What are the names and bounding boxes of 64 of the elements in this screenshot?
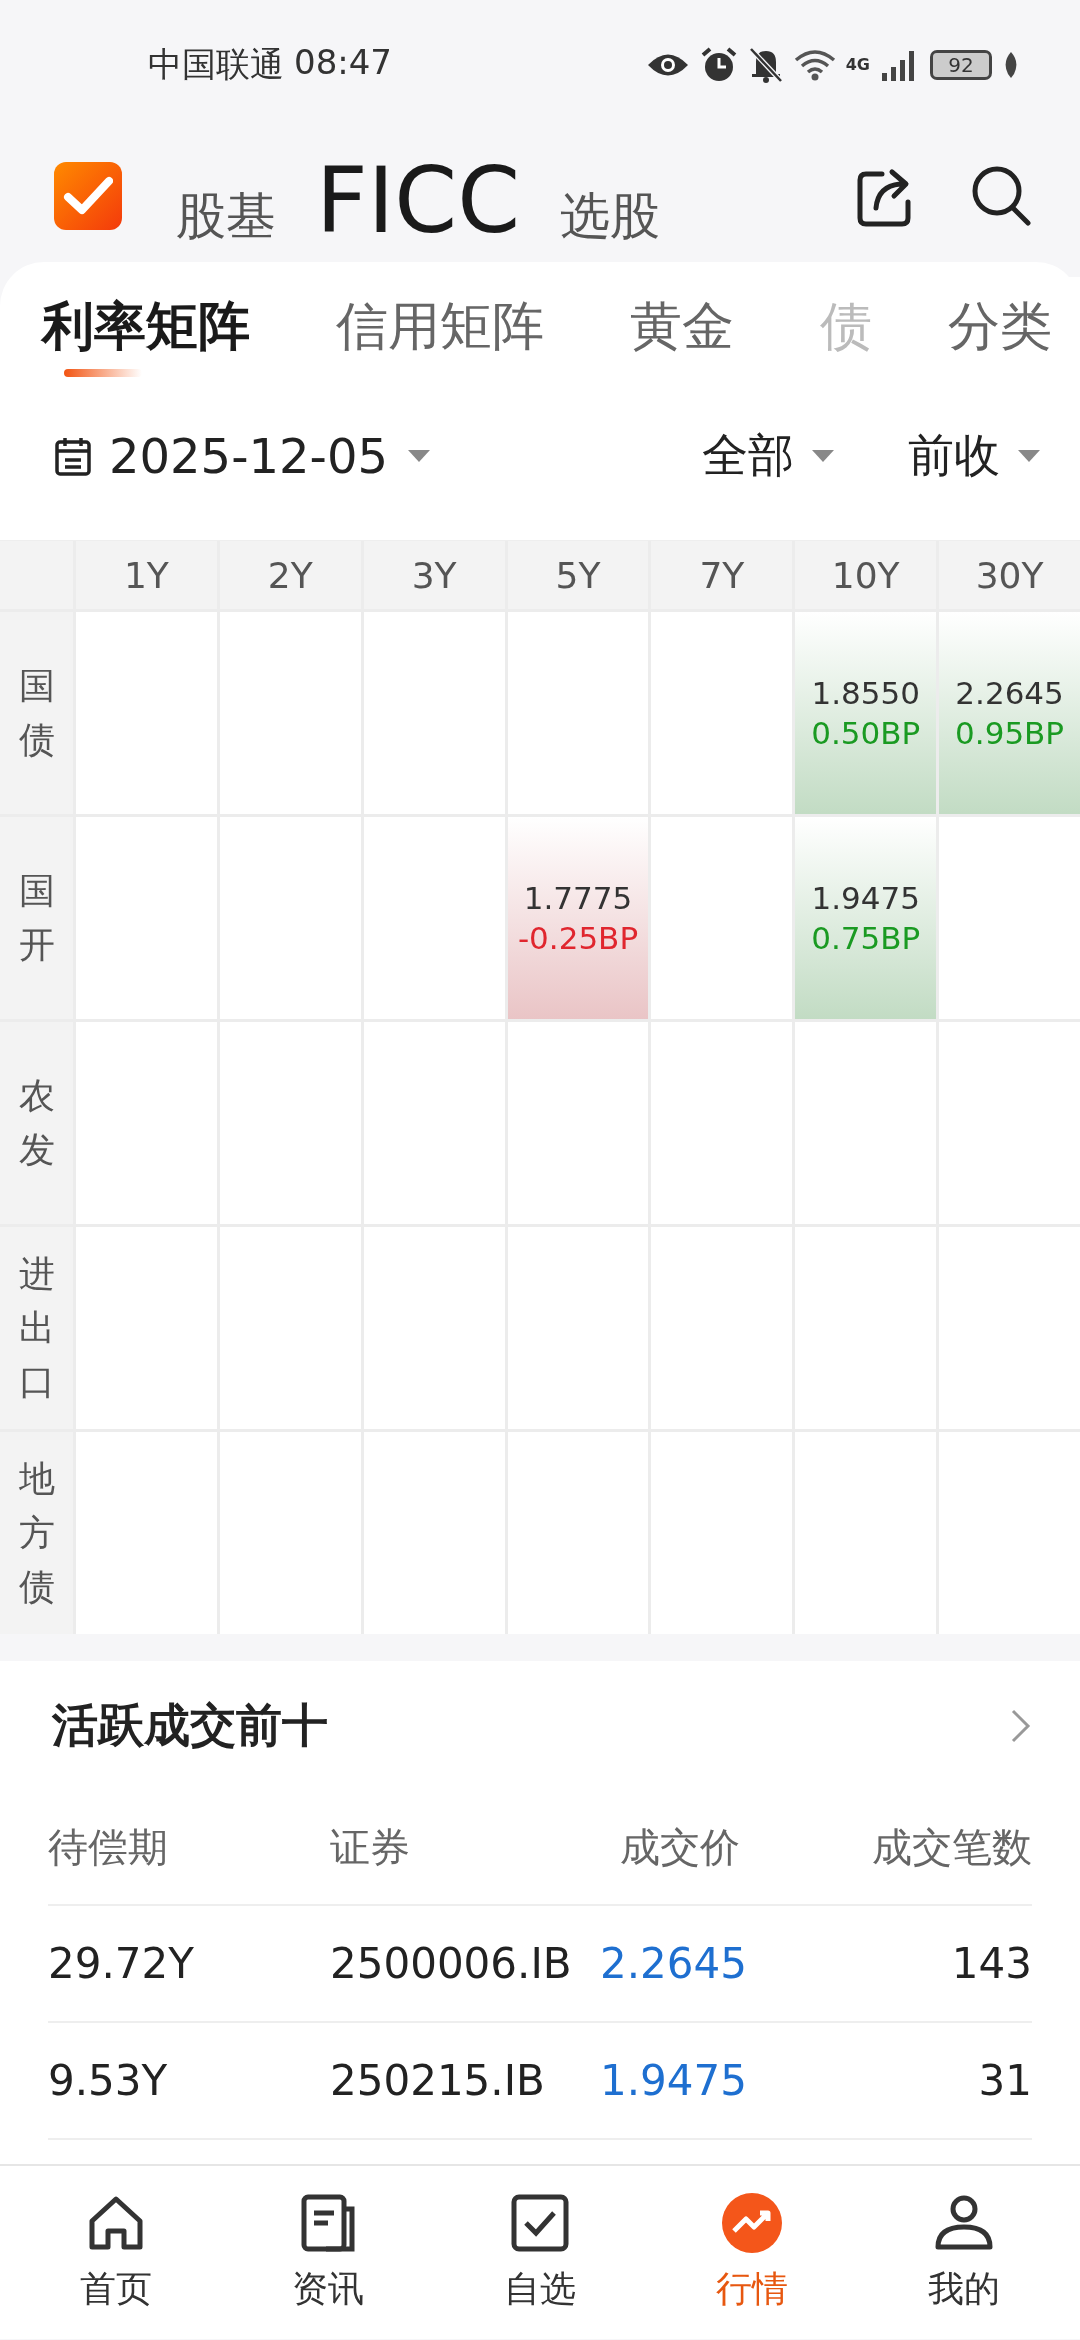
wifi-icon bbox=[793, 48, 836, 82]
column-header: 待偿期 bbox=[48, 1823, 169, 1872]
yield-value: 1.9475 bbox=[811, 880, 920, 916]
yield-value: 2.2645 bbox=[955, 675, 1064, 711]
network-type: 4G bbox=[845, 57, 870, 73]
column-header: 证券 bbox=[330, 1823, 411, 1872]
carrier-name: 中国联通 bbox=[148, 43, 284, 86]
row-header: 国债 bbox=[0, 612, 73, 814]
column-header: 30Y bbox=[939, 541, 1080, 609]
row-header: 农发 bbox=[0, 1022, 73, 1224]
header-tab[interactable]: FICC bbox=[316, 156, 520, 246]
table-cell-text: 9.53Y bbox=[48, 2056, 169, 2105]
column-header: 3Y bbox=[363, 541, 505, 609]
quote-cell[interactable]: 1.8550 0.50BP bbox=[795, 612, 937, 814]
nav-tab[interactable]: 我的 bbox=[894, 2166, 1034, 2339]
table-cell-text: 29.72Y bbox=[48, 1939, 195, 1988]
nav-tab[interactable]: 自选 bbox=[470, 2166, 610, 2339]
row-header: 进出口 bbox=[0, 1227, 73, 1429]
basis-dropdown[interactable]: 前收 bbox=[902, 424, 1048, 488]
yield-change: -0.25BP bbox=[517, 920, 639, 956]
column-header: 成交笔数 bbox=[871, 1823, 1032, 1872]
caret-icon bbox=[405, 448, 432, 464]
clock-time: 08:47 bbox=[294, 42, 392, 84]
table-cell-text: 143 bbox=[950, 1939, 1032, 1988]
yield-value: 1.8550 bbox=[811, 675, 920, 711]
scope-dropdown[interactable]: 全部 bbox=[696, 424, 842, 488]
app-logo[interactable] bbox=[54, 162, 122, 230]
quote-cell[interactable]: 2.2645 0.95BP bbox=[939, 612, 1080, 814]
yield-change: 0.75BP bbox=[811, 920, 921, 956]
header-tab[interactable]: 选股 bbox=[560, 186, 660, 246]
table-cell-text: 31 bbox=[977, 2056, 1032, 2105]
nav-tab[interactable]: 行情 bbox=[682, 2166, 822, 2339]
section-title: 活跃成交前十 bbox=[52, 1697, 328, 1754]
battery-level: 92 bbox=[930, 50, 992, 80]
column-header: 7Y bbox=[651, 541, 793, 609]
caret-icon bbox=[810, 448, 836, 464]
yield-change: 0.95BP bbox=[955, 715, 1065, 751]
date-selector[interactable]: 2025-12-05 bbox=[55, 428, 636, 484]
chevron-right-icon[interactable] bbox=[1010, 1708, 1032, 1744]
caret-icon bbox=[1016, 448, 1042, 464]
yield-value: 1.7775 bbox=[523, 880, 633, 916]
bell-off-icon bbox=[747, 46, 784, 84]
table-cell-text: 2500006.IB bbox=[330, 1939, 573, 1988]
column-header: 5Y bbox=[507, 541, 649, 609]
nav-tab[interactable]: 首页 bbox=[46, 2166, 186, 2339]
header-tab[interactable]: 股基 bbox=[176, 186, 276, 246]
category-tab[interactable]: 黄金 bbox=[618, 277, 746, 377]
row-header: 国开 bbox=[0, 817, 73, 1019]
calendar-icon bbox=[55, 436, 91, 476]
alarm-icon bbox=[699, 46, 738, 84]
trend-icon bbox=[720, 2191, 784, 2255]
column-header: 2Y bbox=[219, 541, 361, 609]
column-header: 1Y bbox=[76, 541, 217, 609]
column-header: 成交价 bbox=[619, 1823, 740, 1872]
yield-change: 0.50BP bbox=[811, 715, 921, 751]
quote-cell[interactable]: 1.7775 -0.25BP bbox=[507, 817, 649, 1019]
table-cell-text: 250215.IB bbox=[330, 2056, 546, 2105]
nav-tab[interactable]: 资讯 bbox=[258, 2166, 398, 2339]
column-header: 10Y bbox=[795, 541, 937, 609]
search-icon[interactable] bbox=[970, 164, 1032, 228]
category-tab[interactable]: 利率矩阵 bbox=[30, 277, 262, 377]
category-tab[interactable]: 信用矩阵 bbox=[324, 277, 556, 377]
row-header: 地方债 bbox=[0, 1432, 73, 1634]
quote-cell[interactable]: 1.9475 0.75BP bbox=[795, 817, 937, 1019]
